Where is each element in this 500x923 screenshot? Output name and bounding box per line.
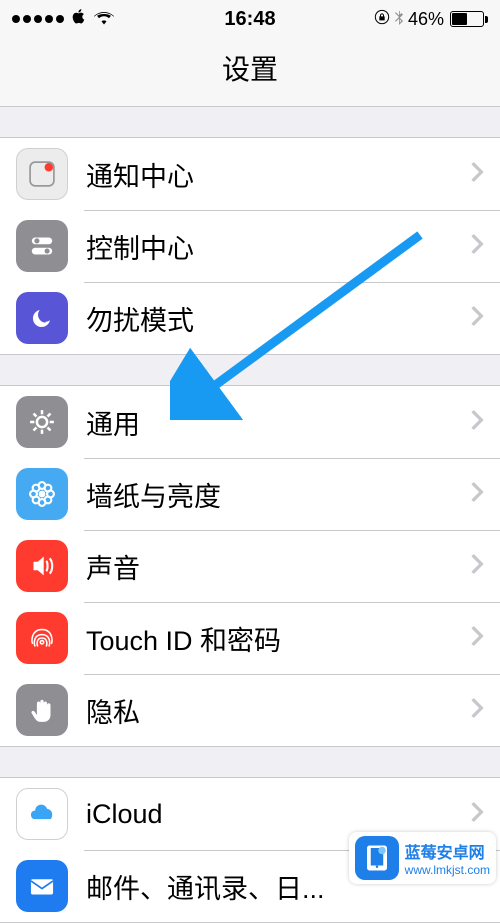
- row-privacy[interactable]: 隐私: [0, 674, 500, 746]
- chevron-right-icon: [470, 161, 484, 188]
- chevron-right-icon: [470, 233, 484, 260]
- moon-icon: [16, 292, 68, 344]
- row-dnd[interactable]: 勿扰模式: [0, 282, 500, 354]
- watermark-title: 蓝莓安卓网: [405, 839, 490, 863]
- watermark: 蓝莓安卓网 www.lmkjst.com: [349, 832, 496, 884]
- row-label: 墙纸与亮度: [86, 475, 470, 514]
- row-touchid[interactable]: Touch ID 和密码: [0, 602, 500, 674]
- clock: 16:48: [224, 8, 275, 31]
- row-label: 声音: [86, 547, 470, 586]
- chevron-right-icon: [470, 481, 484, 508]
- cloud-icon: [16, 788, 68, 840]
- status-right: 46%: [374, 9, 488, 30]
- switches-icon: [16, 220, 68, 272]
- chevron-right-icon: [470, 801, 484, 828]
- battery-icon: [448, 11, 488, 27]
- wifi-icon: [94, 8, 114, 31]
- chevron-right-icon: [470, 697, 484, 724]
- row-sounds[interactable]: 声音: [0, 530, 500, 602]
- fingerprint-icon: [16, 612, 68, 664]
- chevron-right-icon: [470, 553, 484, 580]
- mail-icon: [16, 860, 68, 912]
- row-label: 隐私: [86, 691, 470, 730]
- status-bar: 16:48 46%: [0, 0, 500, 38]
- row-label: 通用: [86, 403, 470, 442]
- watermark-logo-icon: [355, 836, 399, 880]
- row-label: iCloud: [86, 799, 470, 830]
- hand-icon: [16, 684, 68, 736]
- speaker-icon: [16, 540, 68, 592]
- row-wallpaper[interactable]: 墙纸与亮度: [0, 458, 500, 530]
- notification-icon: [16, 148, 68, 200]
- row-label: 通知中心: [86, 155, 470, 194]
- page-title: 设置: [0, 38, 500, 107]
- row-general[interactable]: 通用: [0, 386, 500, 458]
- bluetooth-icon: [394, 9, 404, 30]
- settings-group-2: 通用 墙纸与亮度 声音 Touch ID 和密码 隐私: [0, 385, 500, 747]
- row-control-center[interactable]: 控制中心: [0, 210, 500, 282]
- watermark-text: 蓝莓安卓网 www.lmkjst.com: [405, 839, 490, 877]
- signal-strength-icon: [12, 15, 64, 23]
- status-left: [12, 7, 114, 31]
- battery-percentage: 46%: [408, 9, 444, 30]
- chevron-right-icon: [470, 305, 484, 332]
- gear-icon: [16, 396, 68, 448]
- carrier-apple-icon: [70, 7, 88, 31]
- row-notifications[interactable]: 通知中心: [0, 138, 500, 210]
- rotation-lock-icon: [374, 9, 390, 30]
- chevron-right-icon: [470, 625, 484, 652]
- row-label: 控制中心: [86, 227, 470, 266]
- flower-icon: [16, 468, 68, 520]
- watermark-url: www.lmkjst.com: [405, 863, 490, 877]
- row-label: Touch ID 和密码: [86, 619, 470, 658]
- row-label: 勿扰模式: [86, 299, 470, 338]
- chevron-right-icon: [470, 409, 484, 436]
- settings-group-1: 通知中心 控制中心 勿扰模式: [0, 137, 500, 355]
